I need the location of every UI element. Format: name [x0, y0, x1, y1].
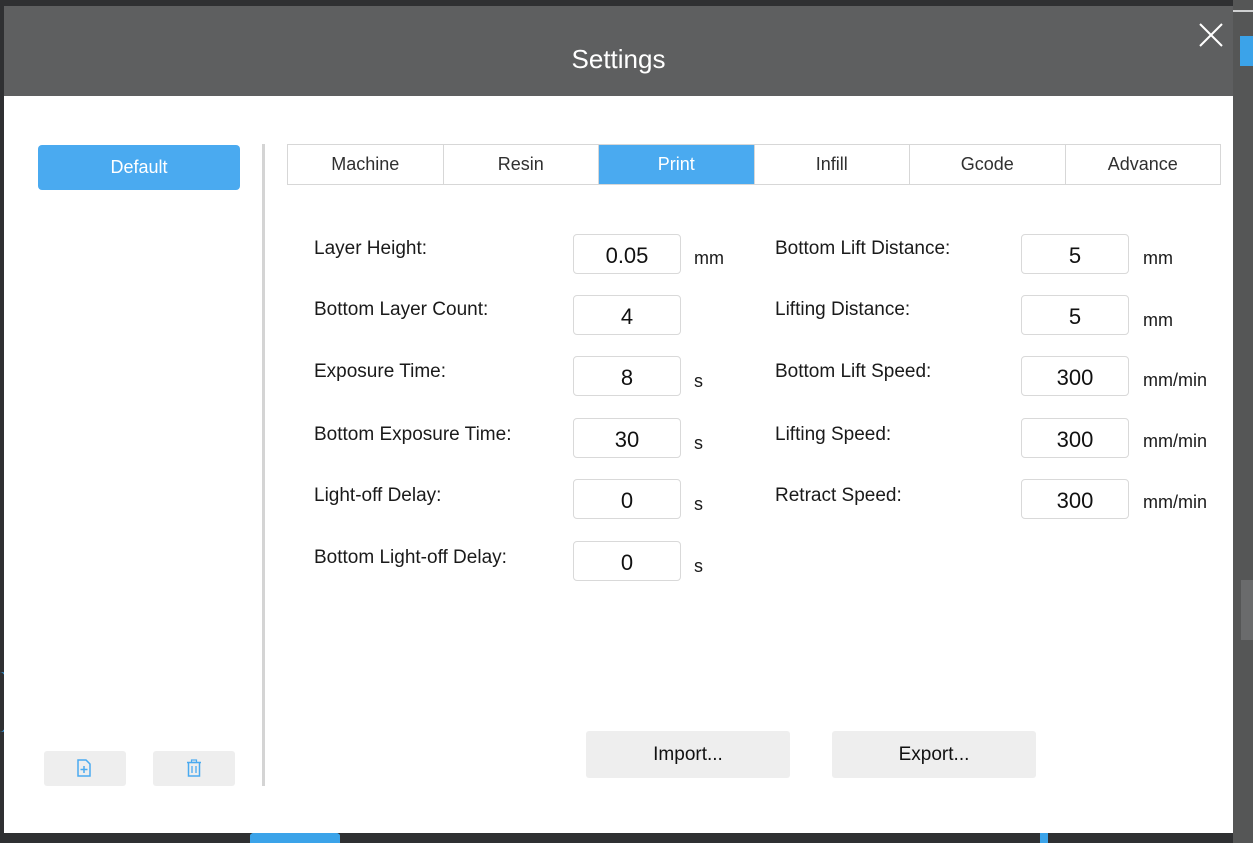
- dialog-title: Settings: [571, 44, 666, 74]
- exposure-time-unit: s: [694, 371, 703, 391]
- bottom-light-off-delay-unit: s: [694, 556, 703, 576]
- add-file-icon: [77, 759, 91, 777]
- bottom-layer-count-label: Bottom Layer Count:: [314, 299, 489, 320]
- bottom-layer-count-input[interactable]: [573, 295, 681, 335]
- bottom-lift-distance-unit: mm: [1143, 248, 1173, 268]
- bottom-lift-speed-label: Bottom Lift Speed:: [775, 361, 932, 382]
- bottom-lift-speed-unit: mm/min: [1143, 370, 1207, 390]
- layer-height-input[interactable]: [573, 234, 681, 274]
- tab-print[interactable]: Print: [599, 145, 755, 184]
- dialog-titlebar: Settings: [4, 6, 1233, 96]
- light-off-delay-label: Light-off Delay:: [314, 485, 442, 506]
- settings-tabs: Machine Resin Print Infill Gcode Advance: [287, 144, 1221, 185]
- bottom-lift-speed-input[interactable]: [1021, 356, 1129, 396]
- bottom-exposure-time-label: Bottom Exposure Time:: [314, 424, 512, 445]
- profile-item-default[interactable]: Default: [38, 145, 240, 190]
- tab-advance[interactable]: Advance: [1066, 145, 1221, 184]
- lifting-speed-label: Lifting Speed:: [775, 424, 892, 445]
- close-icon: [1199, 23, 1223, 47]
- exposure-time-input[interactable]: [573, 356, 681, 396]
- bottom-lift-distance-label: Bottom Lift Distance:: [775, 238, 951, 259]
- trash-icon: [187, 759, 201, 777]
- tab-gcode[interactable]: Gcode: [910, 145, 1066, 184]
- export-button[interactable]: Export...: [832, 731, 1036, 778]
- bottom-light-off-delay-input[interactable]: [573, 541, 681, 581]
- layer-height-label: Layer Height:: [314, 238, 428, 259]
- retract-speed-unit: mm/min: [1143, 492, 1207, 512]
- lifting-speed-input[interactable]: [1021, 418, 1129, 458]
- lifting-distance-label: Lifting Distance:: [775, 299, 911, 320]
- tab-resin[interactable]: Resin: [444, 145, 599, 184]
- tab-infill[interactable]: Infill: [755, 145, 910, 184]
- background-blue-tab: [1240, 36, 1253, 66]
- bottom-lift-distance-input[interactable]: [1021, 234, 1129, 274]
- light-off-delay-unit: s: [694, 494, 703, 514]
- layer-height-unit: mm: [694, 248, 724, 268]
- retract-speed-label: Retract Speed:: [775, 485, 902, 506]
- background-scrollbar: [1241, 580, 1253, 640]
- import-button[interactable]: Import...: [586, 731, 790, 778]
- bottom-exposure-time-input[interactable]: [573, 418, 681, 458]
- exposure-time-label: Exposure Time:: [314, 361, 446, 382]
- lifting-speed-unit: mm/min: [1143, 431, 1207, 451]
- panel-divider: [262, 144, 265, 786]
- background-app-panel: [1233, 0, 1253, 843]
- retract-speed-input[interactable]: [1021, 479, 1129, 519]
- delete-profile-button[interactable]: [153, 751, 235, 786]
- settings-dialog: Settings Default Machine Resin Print Inf…: [4, 6, 1233, 833]
- tab-machine[interactable]: Machine: [288, 145, 444, 184]
- light-off-delay-input[interactable]: [573, 479, 681, 519]
- bottom-exposure-time-unit: s: [694, 433, 703, 453]
- lifting-distance-input[interactable]: [1021, 295, 1129, 335]
- close-button[interactable]: [1194, 18, 1228, 52]
- bottom-light-off-delay-label: Bottom Light-off Delay:: [314, 547, 507, 568]
- lifting-distance-unit: mm: [1143, 310, 1173, 330]
- add-profile-button[interactable]: [44, 751, 126, 786]
